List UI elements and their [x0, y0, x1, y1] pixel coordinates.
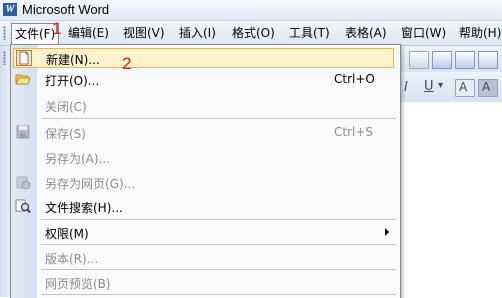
- menu-separator: [41, 294, 396, 295]
- underline-button[interactable]: U: [424, 79, 434, 94]
- menu-tools[interactable]: 工具(T): [286, 25, 333, 41]
- menu-separator: [41, 219, 396, 220]
- menu-item-close-label: 关闭(C): [45, 100, 87, 114]
- menu-table[interactable]: 表格(A): [342, 25, 390, 41]
- window-title: Microsoft Word: [22, 2, 110, 17]
- menu-item-permission-label: 权限(M): [45, 227, 89, 241]
- menu-help[interactable]: 帮助(H): [456, 25, 502, 41]
- menu-item-versions[interactable]: 版本(R)...: [11, 247, 400, 267]
- menu-edit[interactable]: 编辑(E): [65, 25, 112, 41]
- menu-window[interactable]: 窗口(W): [398, 25, 449, 41]
- menu-item-open-shortcut: Ctrl+O: [334, 72, 375, 86]
- menu-item-new[interactable]: 新建(N)...: [13, 48, 394, 68]
- menu-view[interactable]: 视图(V): [120, 25, 168, 41]
- char-border-button[interactable]: A: [455, 79, 475, 97]
- toolbar-button[interactable]: [409, 51, 429, 69]
- menu-item-web-preview[interactable]: 网页预览(B): [11, 272, 400, 292]
- char-shading-label: A: [482, 80, 491, 94]
- menu-item-versions-label: 版本(R)...: [45, 252, 99, 266]
- menu-item-close[interactable]: 关闭(C): [11, 95, 400, 115]
- table-icon[interactable]: [432, 51, 452, 69]
- save-icon: [15, 124, 31, 140]
- italic-icon[interactable]: I: [404, 80, 408, 95]
- excel-icon[interactable]: [455, 51, 475, 69]
- menu-item-file-search-label: 文件搜索(H)...: [45, 201, 123, 215]
- menu-separator: [41, 244, 396, 245]
- save-as-web-icon: [15, 174, 31, 190]
- menu-item-save-label: 保存(S): [45, 127, 86, 141]
- columns-icon[interactable]: [478, 51, 498, 69]
- menu-item-save-shortcut: Ctrl+S: [334, 125, 374, 139]
- menu-item-save-as[interactable]: 另存为(A)...: [11, 147, 400, 167]
- menubar-grip[interactable]: [3, 26, 6, 40]
- submenu-arrow-icon: [385, 228, 389, 236]
- menu-separator: [41, 118, 396, 119]
- toolbar-grip[interactable]: [3, 51, 6, 65]
- menu-item-open-label: 打开(O)...: [45, 74, 100, 88]
- annotation-step-2: 2: [122, 54, 132, 73]
- menu-item-save-as-web-label: 另存为网页(G)...: [45, 177, 136, 191]
- file-search-icon: [15, 198, 31, 214]
- menu-item-save-as-web[interactable]: 另存为网页(G)...: [11, 172, 400, 192]
- menu-item-open[interactable]: 打开(O)... Ctrl+O: [11, 69, 400, 89]
- new-document-icon: [16, 50, 32, 66]
- menu-item-save[interactable]: 保存(S) Ctrl+S: [11, 122, 400, 142]
- char-shading-button[interactable]: A: [478, 79, 498, 97]
- menu-item-permission[interactable]: 权限(M): [11, 222, 400, 242]
- open-folder-icon: [15, 71, 31, 87]
- annotation-step-1: 1: [52, 19, 62, 38]
- word-icon: W: [3, 3, 17, 16]
- left-toolbar-strip: [0, 46, 10, 297]
- menu-item-file-search[interactable]: 文件搜索(H)...: [11, 196, 400, 216]
- menu-insert[interactable]: 插入(I): [176, 25, 219, 41]
- file-menu-dropdown: 新建(N)... 打开(O)... Ctrl+O 关闭(C) 保存(S) Ctr…: [10, 44, 401, 298]
- menu-item-web-preview-label: 网页预览(B): [45, 277, 111, 291]
- menu-item-save-as-label: 另存为(A)...: [45, 152, 111, 166]
- menu-item-new-label: 新建(N)...: [46, 53, 100, 67]
- menu-separator: [41, 269, 396, 270]
- char-border-label: A: [459, 80, 468, 94]
- menu-format[interactable]: 格式(O): [229, 25, 278, 41]
- underline-dropdown-icon[interactable]: ▾: [438, 80, 443, 91]
- title-bar: W Microsoft Word: [0, 0, 502, 21]
- menu-bar: 文件(F) 编辑(E) 视图(V) 插入(I) 格式(O) 工具(T) 表格(A…: [0, 21, 502, 46]
